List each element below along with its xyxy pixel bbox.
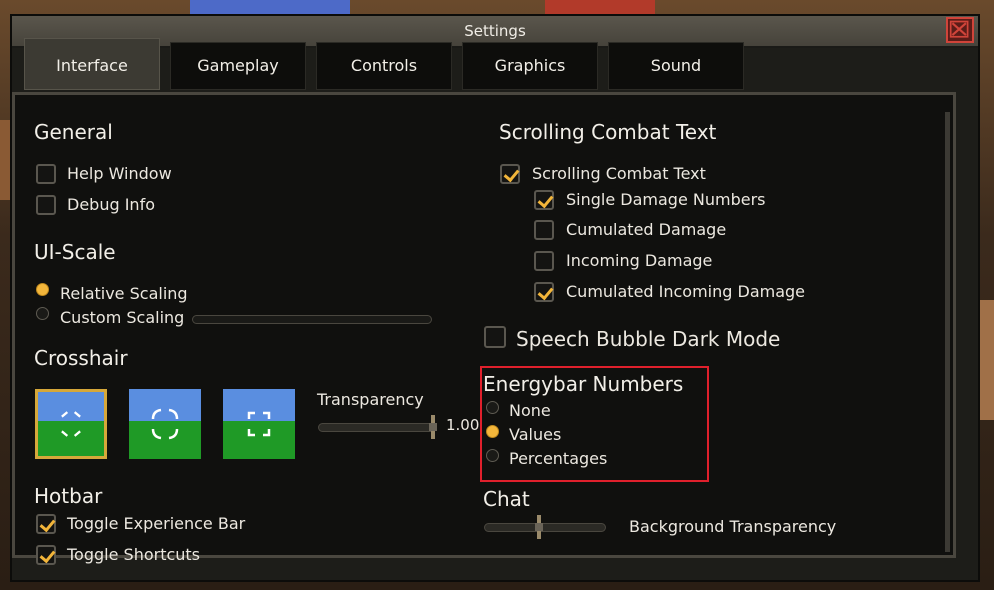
chat-heading: Chat xyxy=(483,487,530,511)
help-window-checkbox[interactable] xyxy=(36,164,56,184)
hotbar-heading: Hotbar xyxy=(34,484,103,508)
chat-transparency-slider[interactable] xyxy=(484,523,606,532)
cumulated-damage-label: Cumulated Damage xyxy=(566,220,727,239)
crosshair-option-2[interactable] xyxy=(129,389,201,459)
tab-graphics[interactable]: Graphics xyxy=(462,42,598,90)
chat-background-transparency-label: Background Transparency xyxy=(629,517,837,536)
transparency-label: Transparency xyxy=(317,390,424,409)
single-damage-checkbox[interactable] xyxy=(534,190,554,210)
sct-master-label: Scrolling Combat Text xyxy=(532,164,706,183)
energybar-percentages-radio[interactable] xyxy=(486,449,499,462)
energybar-percentages-label: Percentages xyxy=(509,449,608,468)
crosshair-heading: Crosshair xyxy=(34,346,128,370)
debug-info-checkbox[interactable] xyxy=(36,195,56,215)
sct-master-checkbox[interactable] xyxy=(500,164,520,184)
speech-bubble-dark-mode-label: Speech Bubble Dark Mode xyxy=(516,327,781,351)
help-window-label: Help Window xyxy=(67,164,172,183)
tab-controls[interactable]: Controls xyxy=(316,42,452,90)
transparency-slider[interactable] xyxy=(318,423,436,432)
scrollbar[interactable] xyxy=(945,112,950,552)
cumulated-incoming-label: Cumulated Incoming Damage xyxy=(566,282,806,301)
custom-scaling-slider[interactable] xyxy=(192,315,432,324)
energybar-none-label: None xyxy=(509,401,551,420)
crosshair-square-icon xyxy=(247,411,271,437)
crosshair-ring-icon xyxy=(151,408,179,440)
energybar-values-label: Values xyxy=(509,425,562,444)
toggle-shortcuts-label: Toggle Shortcuts xyxy=(67,545,201,564)
transparency-slider-thumb[interactable] xyxy=(429,415,437,439)
energybar-heading: Energybar Numbers xyxy=(483,372,684,396)
custom-scaling-radio[interactable] xyxy=(36,307,49,320)
incoming-damage-checkbox[interactable] xyxy=(534,251,554,271)
crosshair-option-3[interactable] xyxy=(223,389,295,459)
relative-scaling-label: Relative Scaling xyxy=(60,284,188,303)
debug-info-label: Debug Info xyxy=(67,195,155,214)
general-heading: General xyxy=(34,120,113,144)
tab-bar: Interface Gameplay Controls Graphics Sou… xyxy=(14,38,954,90)
chat-transparency-slider-thumb[interactable] xyxy=(535,515,543,539)
tab-interface[interactable]: Interface xyxy=(24,38,160,90)
ui-scale-heading: UI-Scale xyxy=(34,240,116,264)
custom-scaling-label: Custom Scaling xyxy=(60,308,185,327)
energybar-values-radio[interactable] xyxy=(486,425,499,438)
energybar-none-radio[interactable] xyxy=(486,401,499,414)
speech-bubble-dark-mode-checkbox[interactable] xyxy=(484,326,506,348)
toggle-experience-bar-label: Toggle Experience Bar xyxy=(67,514,246,533)
cumulated-incoming-checkbox[interactable] xyxy=(534,282,554,302)
toggle-experience-bar-checkbox[interactable] xyxy=(36,514,56,534)
transparency-value: 1.00 xyxy=(446,416,480,434)
sct-heading: Scrolling Combat Text xyxy=(499,120,717,144)
crosshair-option-1[interactable] xyxy=(35,389,107,459)
tab-sound[interactable]: Sound xyxy=(608,42,744,90)
incoming-damage-label: Incoming Damage xyxy=(566,251,713,270)
single-damage-label: Single Damage Numbers xyxy=(566,190,766,209)
tab-gameplay[interactable]: Gameplay xyxy=(170,42,306,90)
relative-scaling-radio[interactable] xyxy=(36,283,49,296)
crosshair-circle-icon xyxy=(61,411,81,437)
cumulated-damage-checkbox[interactable] xyxy=(534,220,554,240)
toggle-shortcuts-checkbox[interactable] xyxy=(36,545,56,565)
